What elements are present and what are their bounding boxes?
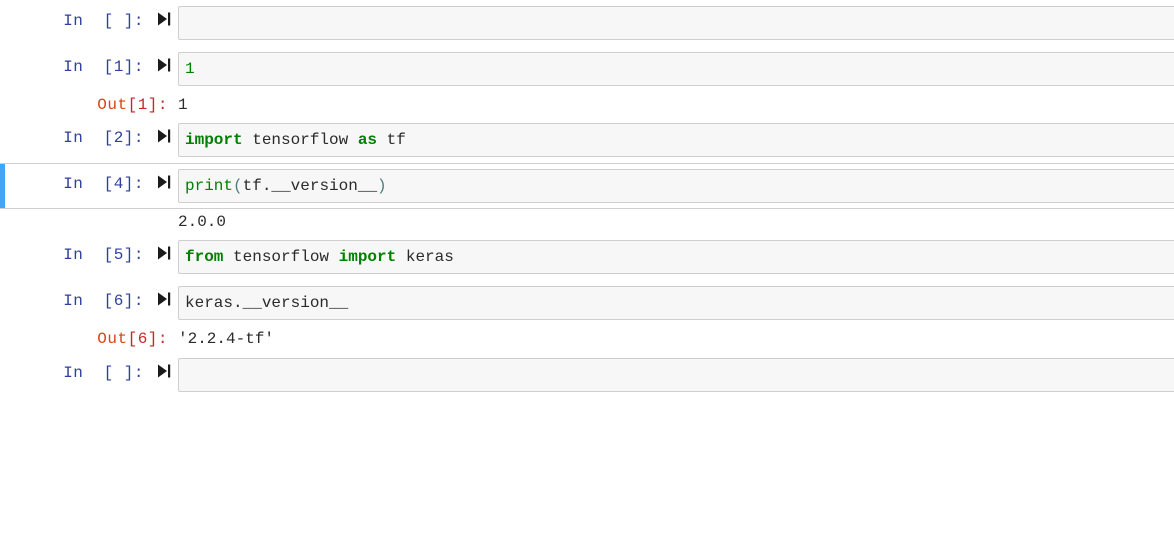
code-token: print [185,177,234,196]
run-cell-icon[interactable] [156,128,172,144]
code-input-area[interactable]: from tensorflow import keras [178,240,1174,275]
cell-body: print(tf.__version__) [178,169,1174,204]
code-token: keras [396,248,454,267]
notebook-cell[interactable]: In [2]: import tensorflow as tf [0,117,1174,164]
output-text: 2.0.0 [178,213,227,232]
cell-input-prompt: In [ ]: [0,6,150,33]
cell-input-prompt: In [ ]: [0,358,150,385]
cell-input-prompt: In [4]: [0,169,150,196]
code-input-area[interactable]: print(tf.__version__) [178,169,1174,204]
cell-body: from tensorflow import keras [178,240,1174,275]
code-input-area[interactable]: keras.__version__ [178,286,1174,321]
code-token: ( [233,177,243,196]
output-prompt-prefix: Out [97,96,128,114]
run-cell-icon[interactable] [156,174,172,190]
run-cell-button[interactable] [150,6,178,27]
code-token: 1 [185,60,195,78]
code-token: tensorflow [242,131,358,150]
code-token: tf [377,131,406,150]
input-prompt-label: In [ ]: [63,363,144,382]
code-token: from [185,248,224,267]
cell-body [178,6,1174,40]
cell-output-row: Out[6]: '2.2.4-tf' [0,326,1174,351]
input-prompt-label: In [1]: [63,58,144,76]
code-token: tensorflow [223,248,339,267]
run-cell-button[interactable] [150,169,178,190]
code-token: ) [377,177,387,196]
cell-body: 1 [178,52,1174,86]
notebook-cell[interactable]: In [1]: 1 [0,46,1174,92]
input-prompt-label: In [2]: [63,129,144,148]
code-token: tf.__version__ [242,177,378,196]
run-cell-icon[interactable] [156,245,172,261]
input-prompt-label: In [5]: [63,246,144,265]
code-input-area[interactable]: import tensorflow as tf [178,123,1174,158]
code-input-area[interactable] [178,357,1174,392]
code-token: as [357,131,378,150]
output-prompt-index: [6]: [127,330,168,349]
output-prompt-label [0,209,178,234]
input-prompt-label: In [ ]: [63,12,144,30]
run-cell-button[interactable] [150,240,178,261]
notebook-cell[interactable]: In [5]: from tensorflow import keras [0,234,1174,281]
notebook-cell[interactable]: In [ ]: [0,351,1174,398]
run-cell-button[interactable] [150,286,178,307]
run-cell-button[interactable] [150,358,178,379]
cell-body [178,357,1174,392]
code-input-area[interactable] [178,6,1174,40]
notebook-cell[interactable]: In [6]: keras.__version__ [0,280,1174,327]
notebook-cell[interactable]: In [4]: print(tf.__version__) [0,163,1174,210]
cell-body: import tensorflow as tf [178,123,1174,158]
cell-body: keras.__version__ [178,286,1174,321]
notebook-cell[interactable]: In [ ]: [0,0,1174,46]
run-cell-icon[interactable] [156,11,172,27]
run-cell-icon[interactable] [156,291,172,307]
code-token: import [185,131,243,150]
code-token: import [338,248,397,267]
code-token: keras.__version__ [185,294,349,313]
run-cell-icon[interactable] [156,57,172,73]
output-text: 1 [178,96,188,114]
output-prompt-index: [1]: [127,96,168,114]
run-cell-button[interactable] [150,123,178,144]
cell-input-prompt: In [6]: [0,286,150,313]
run-cell-icon[interactable] [156,363,172,379]
output-prompt-label: Out[6]: [0,326,178,351]
cell-output-row: 2.0.0 [0,209,1174,234]
code-input-area[interactable]: 1 [178,52,1174,86]
input-prompt-label: In [4]: [63,175,144,194]
cell-input-prompt: In [2]: [0,123,150,150]
cell-selection-bar [0,164,5,209]
cell-output-row: Out[1]: 1 [0,92,1174,117]
cell-input-prompt: In [1]: [0,52,150,79]
input-prompt-label: In [6]: [63,292,144,311]
output-text: '2.2.4-tf' [178,330,275,349]
notebook-container: In [ ]: In [1]: 1 Out[1]: 1 In [2]: import te… [0,0,1174,546]
run-cell-button[interactable] [150,52,178,73]
output-prompt-label: Out[1]: [0,92,178,117]
cell-input-prompt: In [5]: [0,240,150,267]
output-prompt-prefix: Out [97,330,128,349]
